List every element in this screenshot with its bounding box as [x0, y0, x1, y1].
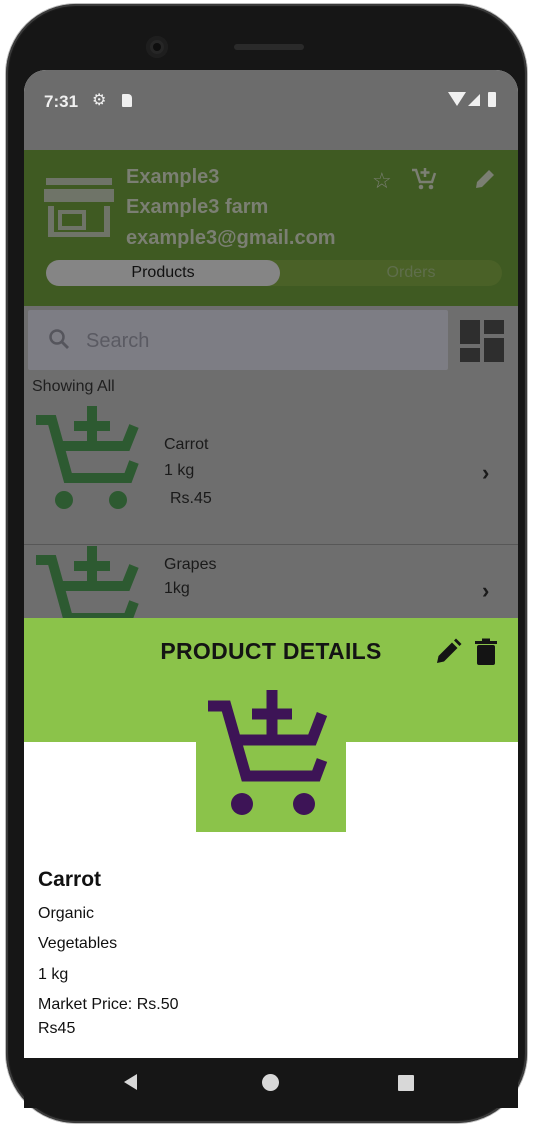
- front-camera: [146, 36, 168, 58]
- product-qty: 1 kg: [164, 462, 195, 479]
- store-icon: [44, 178, 114, 237]
- cart-add-icon: [208, 690, 328, 815]
- product-price: Rs.45: [170, 490, 212, 507]
- list-item[interactable]: Grapes 1kg ›: [24, 546, 518, 618]
- delete-icon[interactable]: [474, 638, 498, 666]
- search-input[interactable]: Search: [28, 310, 448, 370]
- chevron-right-icon[interactable]: ›: [482, 578, 489, 604]
- tab-bar: Products Orders: [46, 260, 502, 286]
- search-placeholder: Search: [86, 330, 150, 352]
- status-bar: 7:31 ⚙: [24, 70, 518, 134]
- farmer-email: example3@gmail.com: [126, 227, 336, 249]
- app-screen: 7:31 ⚙ Example3 Example3 farm example3@g…: [24, 70, 518, 1058]
- detail-product-name: Carrot: [38, 868, 102, 891]
- battery-icon: [488, 92, 496, 107]
- chevron-right-icon[interactable]: ›: [482, 460, 489, 486]
- tab-orders[interactable]: Orders: [346, 260, 476, 286]
- list-item[interactable]: Carrot 1 kg Rs.45 ›: [24, 406, 518, 536]
- search-icon: [49, 329, 69, 349]
- detail-type: Organic: [38, 905, 95, 922]
- edit-icon[interactable]: [472, 166, 498, 192]
- profile-header: Example3 Example3 farm example3@gmail.co…: [24, 150, 518, 306]
- filter-label: Showing All: [32, 378, 115, 395]
- list-divider: [24, 544, 518, 545]
- status-time: 7:31: [44, 92, 79, 111]
- nav-back-icon[interactable]: [124, 1074, 137, 1090]
- nav-recents-icon[interactable]: [398, 1075, 414, 1091]
- edit-icon[interactable]: [434, 638, 462, 666]
- farmer-name: Example3: [126, 166, 220, 188]
- grid-view-icon[interactable]: [460, 320, 504, 362]
- product-list-area: Search Showing All Carrot 1 kg Rs.45 › G…: [24, 306, 518, 618]
- cell-signal-icon: [468, 94, 480, 106]
- earpiece-speaker: [234, 44, 304, 50]
- nav-home-icon[interactable]: [262, 1074, 279, 1091]
- detail-price: Rs45: [38, 1020, 76, 1037]
- settings-notification-icon: ⚙: [92, 92, 107, 109]
- detail-market-price: Market Price: Rs.50: [38, 996, 179, 1013]
- detail-qty: 1 kg: [38, 966, 69, 983]
- product-name: Grapes: [164, 556, 217, 573]
- farm-name: Example3 farm: [126, 196, 269, 218]
- wifi-icon: [448, 92, 466, 106]
- product-qty: 1kg: [164, 580, 190, 597]
- cart-add-icon[interactable]: [410, 164, 438, 192]
- cart-add-icon: [36, 406, 139, 509]
- sim-card-icon: [122, 94, 132, 107]
- app-bar: [24, 134, 518, 150]
- star-icon[interactable]: ☆: [372, 168, 392, 194]
- system-nav-bar: [24, 1058, 518, 1108]
- product-name: Carrot: [164, 436, 209, 453]
- cart-add-icon: [36, 546, 139, 618]
- detail-category: Vegetables: [38, 935, 118, 952]
- tab-products[interactable]: Products: [46, 260, 280, 286]
